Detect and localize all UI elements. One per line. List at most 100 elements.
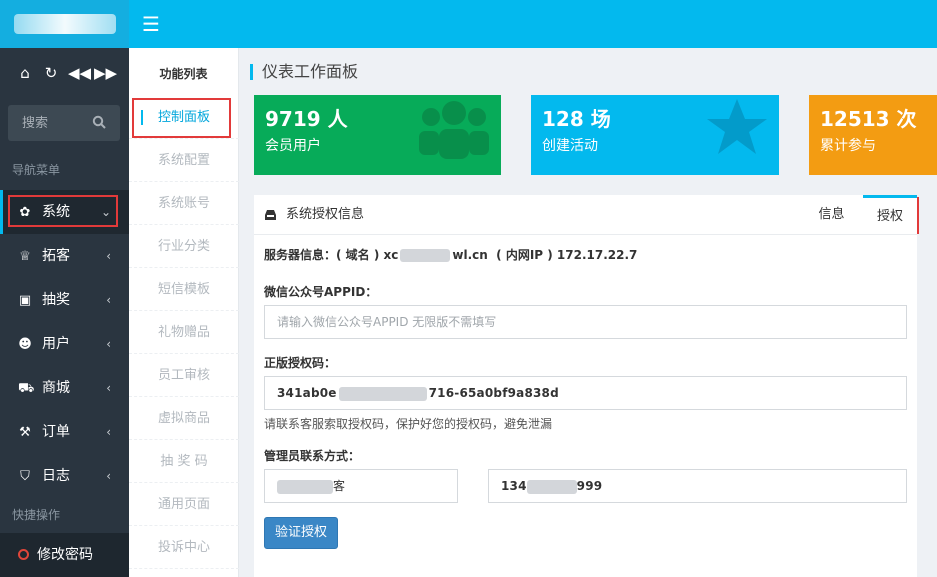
server-info-label: 服务器信息： (264, 248, 337, 262)
stat-card-members: 9719 人 会员用户 (254, 95, 501, 175)
users-icon (419, 101, 489, 159)
search-input[interactable] (8, 105, 94, 141)
search-icon[interactable] (92, 115, 106, 129)
stat-value: 9719 人 (265, 107, 348, 131)
sidebar-item-label: 抽奖 (42, 292, 70, 308)
stat-value: 128 场 (542, 107, 611, 131)
func-item-sms-template[interactable]: 短信模板 (129, 268, 239, 311)
admin-phone-input[interactable]: 134 999 (488, 469, 907, 503)
func-item-complaints[interactable]: 投诉中心 (129, 526, 239, 569)
tab-info[interactable]: 信息 (809, 195, 854, 235)
func-item-lottery-codes[interactable]: 抽 奖 码 (129, 440, 239, 483)
server-info: 服务器信息：( 域名 ) xc wl.cn ( 内网IP ) 172.17.22.… (264, 246, 637, 263)
server-info-domain-prefix: ( 域名 ) xc (336, 248, 399, 262)
func-item-gifts[interactable]: 礼物赠品 (129, 311, 239, 354)
func-item-common-pages[interactable]: 通用页面 (129, 483, 239, 526)
sidebar-item-mall[interactable]: ⛟ 商城 ‹ (0, 366, 129, 410)
admin-phone-suffix: 999 (576, 479, 603, 493)
stat-label: 会员用户 (265, 138, 321, 154)
chevron-left-icon: ‹ (106, 425, 111, 439)
license-value-suffix: 716-65a0bf9a838d (428, 386, 559, 400)
admin-name-input[interactable]: 客 (264, 469, 458, 503)
home-icon[interactable]: ⌂ (16, 64, 34, 82)
sidebar-search (8, 105, 120, 141)
license-label: 正版授权码： (264, 356, 337, 370)
logo-blurred (14, 14, 116, 34)
trophy-icon: ♕ (19, 249, 31, 264)
admin-name-suffix: 客 (333, 479, 346, 493)
stat-label: 累计参与 (820, 138, 876, 154)
func-item-virtual-goods[interactable]: 虚拟商品 (129, 397, 239, 440)
sidebar-item-orders[interactable]: ⚒ 订单 ‹ (0, 410, 129, 454)
shield-icon: ⛉ (20, 469, 30, 484)
panel-header: 系统授权信息 信息 授权 (254, 195, 917, 235)
chevron-down-icon: ⌄ (100, 205, 111, 219)
circle-icon (18, 549, 29, 560)
func-item-system-config[interactable]: 系统配置 (129, 139, 239, 182)
stat-label: 创建活动 (542, 138, 598, 154)
cart-icon: ⛟ (18, 381, 35, 396)
auth-panel: 系统授权信息 信息 授权 服务器信息：( 域名 ) xc wl.cn ( 内网IP… (254, 195, 917, 577)
page-title: 仪表工作面板 (250, 60, 358, 84)
stat-card-participation: 12513 次 累计参与 (809, 95, 937, 175)
verify-auth-button[interactable]: 验证授权 (264, 517, 338, 549)
func-item-staff-review[interactable]: 员工审核 (129, 354, 239, 397)
gear-icon: ✿ (19, 205, 31, 220)
server-info-ip: ( 内网IP ) 172.17.22.7 (496, 248, 638, 262)
redacted-text (526, 479, 577, 494)
refresh-icon[interactable]: ↻ (42, 64, 60, 82)
function-list-title: 功能列表 (159, 67, 208, 81)
appid-input[interactable] (264, 305, 907, 339)
stat-value: 12513 次 (820, 107, 917, 131)
sidebar-item-label: 拓客 (42, 248, 70, 264)
sidebar-item-label: 商城 (42, 380, 70, 396)
sidebar-item-lottery[interactable]: ▣ 抽奖 ‹ (0, 278, 129, 322)
top-bar: ☰ (0, 0, 937, 48)
sidebar-item-label: 系统 (42, 204, 70, 220)
logo (0, 0, 129, 48)
sidebar-item-label: 用户 (42, 336, 70, 352)
sidebar-item-logs[interactable]: ⛉ 日志 ‹ (0, 454, 129, 498)
sidebar-item-users[interactable]: ☻ 用户 ‹ (0, 322, 129, 366)
admin-phone-prefix: 134 (501, 479, 527, 493)
quick-section-label: 快捷操作 (12, 508, 61, 522)
chevron-left-icon: ‹ (106, 337, 111, 351)
license-input[interactable]: 341ab0e 716-65a0bf9a838d (264, 376, 907, 410)
gavel-icon: ⚒ (19, 425, 31, 440)
inbox-icon (265, 210, 276, 220)
function-list: 功能列表 控制面板 系统配置 系统账号 行业分类 短信模板 礼物赠品 员工审核 … (129, 48, 239, 577)
appid-label: 微信公众号APPID： (264, 285, 378, 299)
change-password-label: 修改密码 (37, 547, 93, 563)
menu-toggle-icon[interactable]: ☰ (140, 12, 162, 36)
func-item-industry[interactable]: 行业分类 (129, 225, 239, 268)
license-help-text: 请联系客服索取授权码，保护好您的授权码，避免泄漏 (264, 417, 553, 431)
star-icon (707, 99, 767, 154)
redacted-text (400, 249, 451, 262)
admin-contact-label: 管理员联系方式： (264, 449, 361, 463)
chevron-left-icon: ‹ (106, 249, 111, 263)
users-icon: ☻ (18, 337, 32, 352)
sidebar-item-tuoke[interactable]: ♕ 拓客 ‹ (0, 234, 129, 278)
change-password-link[interactable]: 修改密码 (0, 533, 129, 577)
license-value-prefix: 341ab0e (277, 386, 337, 400)
chevron-left-icon: ‹ (106, 469, 111, 483)
gift-icon: ▣ (18, 293, 32, 308)
back-icon[interactable]: ◀◀ (68, 64, 91, 82)
redacted-text (338, 386, 427, 401)
sidebar-item-system[interactable]: ✿ 系统 ⌄ (0, 190, 129, 234)
func-item-system-accounts[interactable]: 系统账号 (129, 182, 239, 225)
chevron-left-icon: ‹ (106, 293, 111, 307)
sidebar: ⌂ ↻ ◀◀ ▶▶ 导航菜单 ✿ 系统 ⌄ ♕ 拓客 ‹ ▣ 抽奖 ‹ ☻ 用户 ‹ ⛟… (0, 48, 129, 577)
forward-icon[interactable]: ▶▶ (94, 64, 117, 82)
server-info-domain-suffix: wl.cn (452, 248, 488, 262)
sidebar-toolbar: ⌂ ↻ ◀◀ ▶▶ (0, 48, 129, 98)
chevron-left-icon: ‹ (106, 381, 111, 395)
sidebar-item-label: 订单 (42, 424, 70, 440)
func-item-dashboard[interactable]: 控制面板 (129, 96, 239, 139)
sidebar-item-label: 日志 (42, 468, 70, 484)
nav-section-label: 导航菜单 (12, 163, 61, 177)
tab-authorization[interactable]: 授权 (863, 195, 917, 235)
panel-title: 系统授权信息 (286, 207, 365, 222)
stat-card-activities: 128 场 创建活动 (531, 95, 779, 175)
redacted-text (277, 479, 333, 494)
